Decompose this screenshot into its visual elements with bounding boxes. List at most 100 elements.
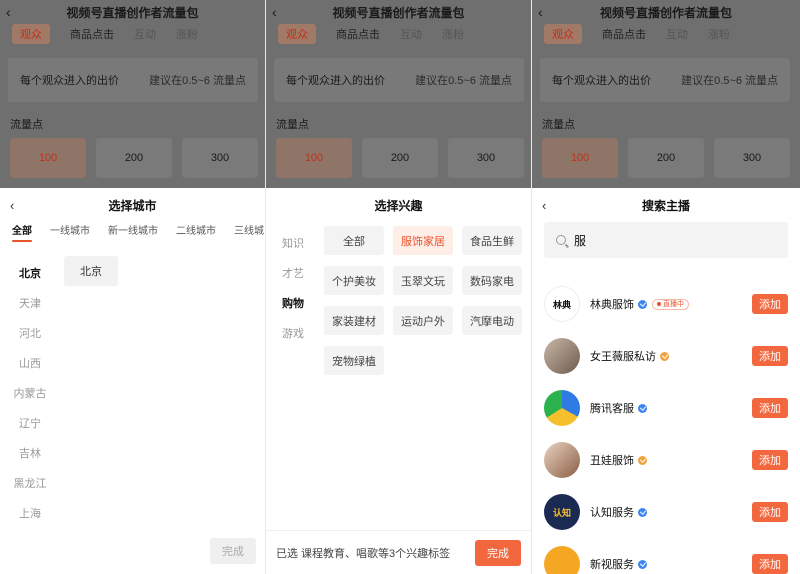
tab-tier3[interactable]: 三线城 [234,222,264,237]
tab-product-click[interactable]: 商品点击 [602,26,646,42]
tab-audience[interactable]: 观众 [12,24,50,44]
back-arrow-icon[interactable]: ‹ [538,4,543,20]
tab-new-tier1[interactable]: 新一线城市 [108,222,158,237]
tab-followers[interactable]: 涨粉 [176,26,198,42]
points-title: 流量点 [10,119,43,131]
tab-tier2[interactable]: 二线城市 [176,222,216,237]
host-sheet: ‹ 搜索主播 服 林典 林典服饰 直播中 添加 女王薇服私访 添加 腾讯客服 添… [532,188,800,574]
points-title: 流量点 [542,119,575,131]
bid-hint: 建议在0.5~6 流量点 [149,75,246,87]
interest-chip[interactable]: 全部 [324,226,384,255]
interest-chip[interactable]: 食品生鲜 [462,226,522,255]
province-item[interactable]: 黑龙江 [0,468,60,498]
category-item[interactable]: 才艺 [266,258,318,288]
category-item[interactable]: 游戏 [266,318,318,348]
dimmed-background: 视频号直播创作者流量包 ‹ 观众 商品点击 互动 涨粉 每个观众进入的出价 建议… [0,0,265,188]
avatar-logo-text: 林典 [552,299,571,310]
add-host-button[interactable]: 添加 [752,554,788,574]
points-option-200[interactable]: 200 [628,138,704,178]
category-item[interactable]: 购物 [266,288,318,318]
host-name-wrap: 丑娃服饰 [590,452,647,468]
sheet-header: 选择兴趣 [266,188,531,222]
province-item[interactable]: 辽宁 [0,408,60,438]
points-option-300[interactable]: 300 [714,138,790,178]
tab-interaction[interactable]: 互动 [134,26,156,42]
points-option-200[interactable]: 200 [96,138,172,178]
live-dot-icon [657,302,661,306]
interest-chip[interactable]: 宠物绿植 [324,346,384,375]
interest-chip[interactable]: 家装建材 [324,306,384,335]
host-avatar [544,338,580,374]
points-option-300[interactable]: 300 [448,138,524,178]
back-arrow-icon[interactable]: ‹ [272,4,277,20]
tab-interaction[interactable]: 互动 [666,26,688,42]
screenshot-collage: 视频号直播创作者流量包 ‹ 观众 商品点击 互动 涨粉 每个观众进入的出价 建议… [0,0,800,574]
host-name: 女王薇服私访 [590,351,656,363]
tab-interaction[interactable]: 互动 [400,26,422,42]
add-host-button[interactable]: 添加 [752,502,788,522]
avatar-logo-text: 认知 [552,507,571,518]
host-row: 新视服务 添加 [532,538,800,574]
back-arrow-icon[interactable]: ‹ [542,198,546,213]
points-options: 100 200 300 [10,138,258,178]
bid-row[interactable]: 每个观众进入的出价 建议在0.5~6 流量点 [274,58,524,102]
verified-badge-icon [660,351,669,361]
host-row: 丑娃服饰 添加 [532,434,800,486]
add-host-button[interactable]: 添加 [752,346,788,366]
add-host-button[interactable]: 添加 [752,294,788,314]
back-arrow-icon[interactable]: ‹ [6,4,11,20]
interest-chip[interactable]: 运动户外 [393,306,453,335]
interest-chip[interactable]: 玉翠文玩 [393,266,453,295]
points-option-100[interactable]: 100 [542,138,618,178]
province-item[interactable]: 山西 [0,348,60,378]
bid-label: 每个观众进入的出价 [20,75,119,87]
tab-product-click[interactable]: 商品点击 [70,26,114,42]
tab-all-cities[interactable]: 全部 [12,222,32,242]
host-row: 认知 认知服务 添加 [532,486,800,538]
points-option-300[interactable]: 300 [182,138,258,178]
tab-followers[interactable]: 涨粉 [442,26,464,42]
host-name: 腾讯客服 [590,403,634,415]
host-name: 林典服饰 [590,299,634,311]
done-button[interactable]: 完成 [475,539,521,566]
host-search-input[interactable]: 服 [544,222,788,258]
province-item[interactable]: 河北 [0,318,60,348]
category-item[interactable]: 知识 [266,228,318,258]
interest-chip[interactable]: 汽摩电动 [462,306,522,335]
dimmed-background: 视频号直播创作者流量包 ‹ 观众 商品点击 互动 涨粉 每个观众进入的出价 建议… [532,0,800,188]
province-item[interactable]: 北京 [0,258,60,288]
points-option-200[interactable]: 200 [362,138,438,178]
tab-tier1[interactable]: 一线城市 [50,222,90,237]
interest-selection-panel: 视频号直播创作者流量包 ‹ 观众 商品点击 互动 涨粉 每个观众进入的出价 建议… [266,0,532,574]
back-arrow-icon[interactable]: ‹ [10,198,14,213]
done-button[interactable]: 完成 [210,538,256,564]
tab-audience[interactable]: 观众 [544,24,582,44]
add-host-button[interactable]: 添加 [752,398,788,418]
host-row: 林典 林典服饰 直播中 添加 [532,278,800,330]
province-item[interactable]: 天津 [0,288,60,318]
points-option-100[interactable]: 100 [10,138,86,178]
tab-product-click[interactable]: 商品点击 [336,26,380,42]
bid-label: 每个观众进入的出价 [286,75,385,87]
points-option-100[interactable]: 100 [276,138,352,178]
interest-chip[interactable]: 数码家电 [462,266,522,295]
province-item[interactable]: 上海 [0,498,60,528]
goal-tabs: 观众 商品点击 互动 涨粉 [0,24,265,44]
city-chip[interactable]: 北京 [64,256,118,286]
add-host-button[interactable]: 添加 [752,450,788,470]
host-avatar: 认知 [544,494,580,530]
bid-row[interactable]: 每个观众进入的出价 建议在0.5~6 流量点 [8,58,258,102]
tab-followers[interactable]: 涨粉 [708,26,730,42]
host-avatar: 林典 [544,286,580,322]
province-item[interactable]: 吉林 [0,438,60,468]
bid-row[interactable]: 每个观众进入的出价 建议在0.5~6 流量点 [540,58,790,102]
host-name: 新视服务 [590,559,634,571]
points-options: 100 200 300 [276,138,524,178]
interest-chip[interactable]: 个护美妆 [324,266,384,295]
page-title: 视频号直播创作者流量包 [599,5,732,20]
interest-chip[interactable]: 服饰家居 [393,226,453,255]
province-item[interactable]: 内蒙古 [0,378,60,408]
tab-audience[interactable]: 观众 [278,24,316,44]
bid-label: 每个观众进入的出价 [552,75,651,87]
live-badge-text: 直播中 [663,301,684,308]
